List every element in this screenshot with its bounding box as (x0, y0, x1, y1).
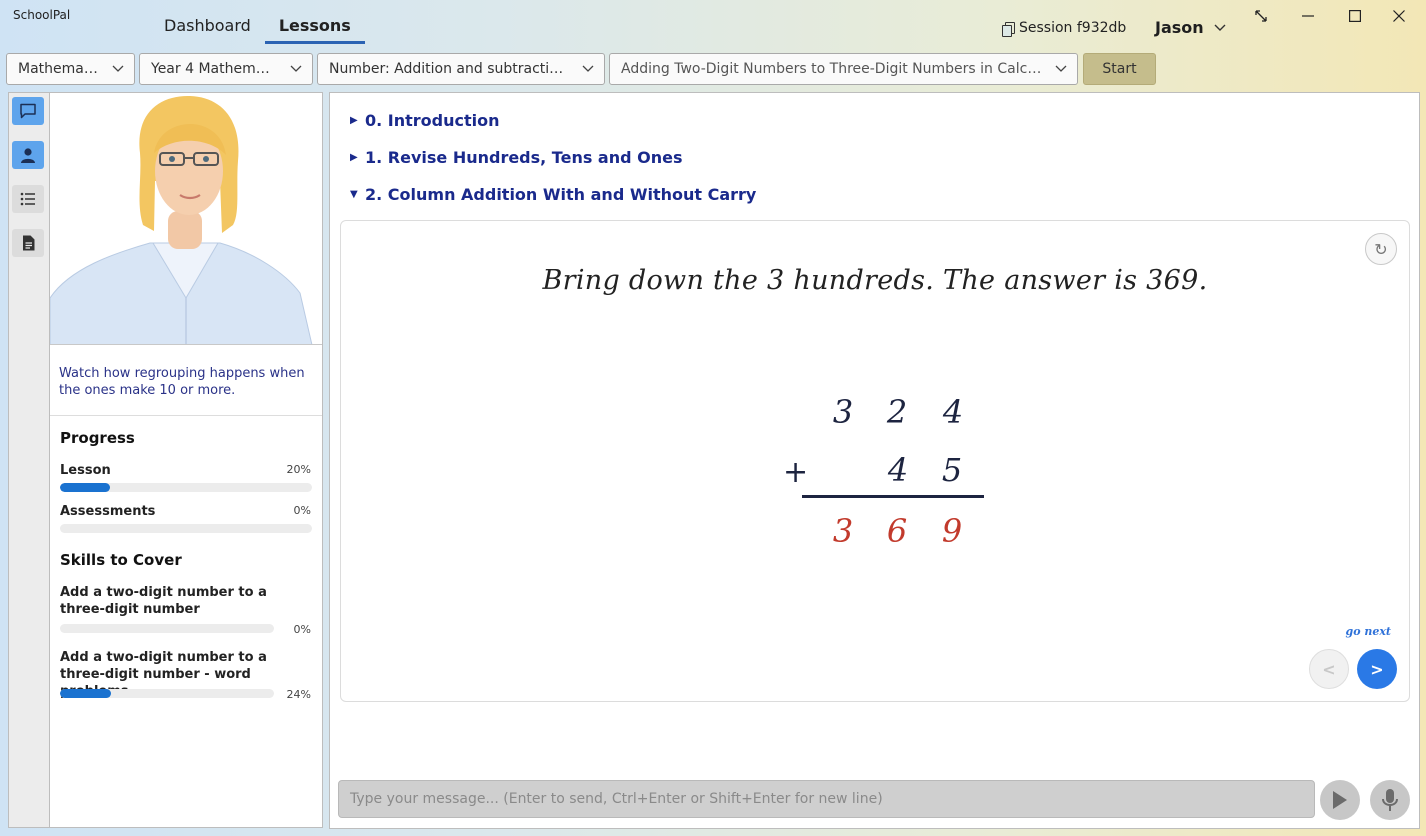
board-title: Bring down the 3 hundreds. The answer is… (542, 265, 1208, 296)
chevron-down-icon (582, 65, 594, 72)
chat-icon (20, 103, 36, 119)
notes-view-button[interactable] (12, 229, 44, 257)
year-value: Year 4 Mathematics (151, 61, 278, 77)
answer-digit-ones: 9 (941, 512, 963, 550)
section-column-addition[interactable]: ▼ 2. Column Addition With and Without Ca… (350, 185, 756, 204)
year-select[interactable]: Year 4 Mathematics (139, 53, 313, 85)
progress-assessments-percent: 0% (293, 504, 311, 517)
tab-lessons[interactable]: Lessons (264, 0, 365, 46)
microphone-button[interactable] (1370, 780, 1410, 820)
whiteboard: ↻ Bring down the 3 hundreds. The answer … (340, 220, 1410, 702)
top-digit-hundreds: 3 (832, 393, 854, 431)
unit-select[interactable]: Number: Addition and subtraction (1) (317, 53, 605, 85)
session-label: Session f932db (1019, 20, 1127, 36)
maximize-button[interactable] (1332, 0, 1378, 32)
section-revise-label: 1. Revise Hundreds, Tens and Ones (365, 148, 683, 167)
lesson-toolbar: Mathematics Year 4 Mathematics Number: A… (6, 53, 1156, 85)
restore-size-button[interactable] (1238, 0, 1284, 32)
tutor-illustration (50, 95, 313, 344)
avatar-view-button[interactable] (12, 141, 44, 169)
top-digit-ones: 4 (942, 393, 964, 431)
answer-digit-tens: 6 (886, 512, 908, 550)
progress-assessments-bar (60, 524, 312, 533)
expand-triangle-icon: ▶ (350, 115, 358, 126)
section-revise-place-value[interactable]: ▶ 1. Revise Hundreds, Tens and Ones (350, 148, 683, 167)
unit-value: Number: Addition and subtraction (1) (329, 61, 570, 77)
skill-1-bar (60, 624, 274, 633)
side-rail (8, 92, 49, 828)
bottom-digit-tens: 4 (887, 451, 909, 489)
collapse-triangle-icon: ▼ (350, 189, 358, 200)
section-column-addition-label: 2. Column Addition With and Without Carr… (365, 185, 757, 204)
resize-arrows-icon (1255, 10, 1267, 22)
subject-select[interactable]: Mathematics (6, 53, 135, 85)
skill-1-percent: 0% (293, 623, 311, 636)
close-button[interactable] (1376, 0, 1422, 32)
progress-lesson-label: Lesson (60, 463, 111, 478)
skills-heading: Skills to Cover (60, 551, 182, 569)
session-id[interactable]: Session f932db (1002, 20, 1127, 37)
progress-heading: Progress (60, 429, 135, 447)
copy-icon[interactable] (1002, 21, 1015, 37)
lesson-value: Adding Two-Digit Numbers to Three-Digit … (621, 61, 1043, 77)
chevron-down-icon (1055, 65, 1067, 72)
send-button[interactable] (1320, 780, 1360, 820)
lesson-select[interactable]: Adding Two-Digit Numbers to Three-Digit … (609, 53, 1078, 85)
list-icon (20, 192, 35, 206)
skill-2-percent: 24% (286, 688, 311, 701)
close-icon (1393, 10, 1405, 22)
progress-assessments-label: Assessments (60, 504, 156, 519)
go-next-hint: go next (1345, 625, 1392, 638)
progress-lesson-percent: 20% (286, 463, 311, 476)
answer-digit-hundreds: 3 (832, 512, 854, 550)
tutor-caption: Watch how regrouping happens when the on… (59, 366, 305, 398)
next-step-button[interactable]: > (1357, 649, 1397, 689)
progress-lesson-bar (60, 483, 312, 492)
microphone-icon (1382, 789, 1398, 811)
chevron-down-icon (112, 65, 124, 72)
replay-button[interactable]: ↻ (1365, 233, 1397, 265)
section-introduction[interactable]: ▶ 0. Introduction (350, 111, 500, 130)
top-nav: Dashboard Lessons (150, 0, 365, 46)
outline-view-button[interactable] (12, 185, 44, 213)
skill-2-bar (60, 689, 274, 698)
lesson-content: ▶ 0. Introduction ▶ 1. Revise Hundreds, … (329, 92, 1420, 829)
app-title: SchoolPal (13, 8, 71, 22)
sum-line (802, 495, 984, 498)
tutor-avatar (50, 93, 322, 345)
tutor-panel: Watch how regrouping happens when the on… (49, 92, 323, 828)
chevron-down-icon (1214, 24, 1226, 31)
divider (50, 415, 322, 416)
previous-step-button[interactable]: < (1309, 649, 1349, 689)
message-input[interactable]: Type your message... (Enter to send, Ctr… (338, 780, 1315, 818)
tab-dashboard[interactable]: Dashboard (150, 0, 265, 46)
play-send-icon (1333, 791, 1347, 809)
chevron-down-icon (290, 65, 302, 72)
refresh-icon: ↻ (1374, 239, 1388, 259)
user-menu[interactable]: Jason (1155, 18, 1226, 37)
expand-triangle-icon: ▶ (350, 152, 358, 163)
plus-sign: + (783, 455, 809, 490)
maximize-icon (1349, 10, 1361, 22)
chat-view-button[interactable] (12, 97, 44, 125)
document-icon (22, 235, 34, 251)
subject-value: Mathematics (18, 61, 100, 77)
user-name: Jason (1155, 18, 1204, 37)
start-button[interactable]: Start (1083, 53, 1156, 85)
top-digit-tens: 2 (886, 393, 908, 431)
person-icon (21, 148, 35, 163)
bottom-digit-ones: 5 (941, 451, 963, 489)
minimize-icon (1302, 15, 1314, 17)
minimize-button[interactable] (1285, 0, 1331, 32)
section-introduction-label: 0. Introduction (365, 111, 500, 130)
skill-1-label: Add a two-digit number to a three-digit … (60, 585, 267, 617)
